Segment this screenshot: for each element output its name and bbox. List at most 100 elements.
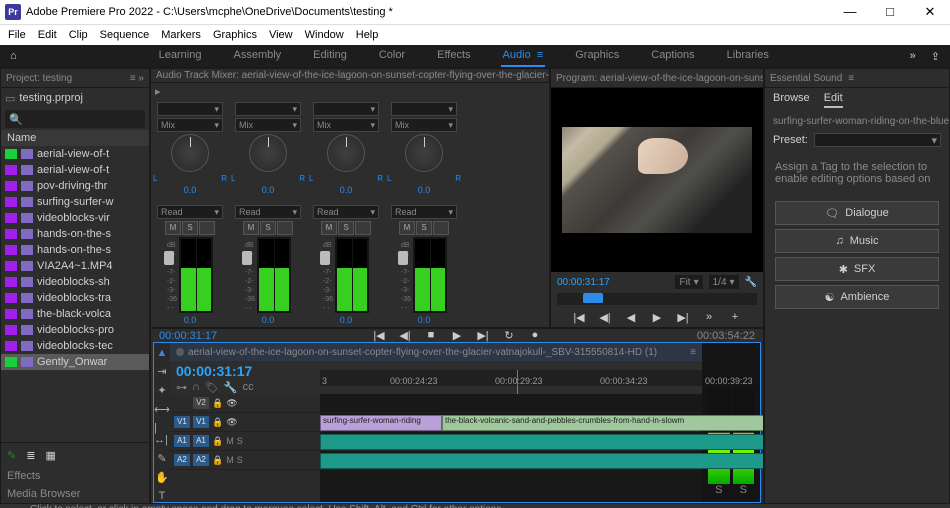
- overflow-icon[interactable]: »: [910, 50, 916, 62]
- project-item[interactable]: videoblocks-vir: [1, 210, 149, 226]
- track-lane[interactable]: [320, 394, 702, 413]
- panel-menu-icon[interactable]: ≡: [848, 73, 854, 84]
- toggle-icon[interactable]: ▸: [155, 86, 161, 98]
- track-header-A1[interactable]: A1A1🔒MS: [170, 432, 320, 451]
- transport-button[interactable]: |◀: [571, 311, 587, 324]
- snap-icon[interactable]: ⊶: [176, 381, 187, 394]
- wrench-icon[interactable]: 🔧: [224, 381, 238, 394]
- transport-button[interactable]: |◀: [371, 329, 387, 342]
- mute-button[interactable]: M: [226, 455, 234, 465]
- pan-knob[interactable]: [405, 134, 443, 172]
- transport-button[interactable]: ◀|: [597, 311, 613, 324]
- channel-btn-S[interactable]: S: [260, 221, 276, 235]
- timeline-clip[interactable]: [320, 453, 764, 469]
- automation-dropdown[interactable]: Read▾: [157, 205, 223, 219]
- zoom-dropdown[interactable]: 1/4▾: [709, 275, 739, 289]
- mute-button[interactable]: M: [226, 436, 234, 446]
- project-item[interactable]: aerial-view-of-t: [1, 162, 149, 178]
- time-ruler[interactable]: 300:00:24:2300:00:29:2300:00:34:2300:00:…: [320, 370, 702, 386]
- automation-dropdown[interactable]: Read▾: [391, 205, 457, 219]
- workspace-learning[interactable]: Learning: [157, 45, 204, 67]
- channel-btn-S[interactable]: S: [416, 221, 432, 235]
- name-column-header[interactable]: Name: [1, 130, 149, 146]
- source-tc-left[interactable]: 00:00:31:17: [159, 330, 217, 342]
- transport-button[interactable]: ◀: [623, 311, 639, 324]
- workspace-color[interactable]: Color: [377, 45, 407, 67]
- freeform-view-icon[interactable]: ▦: [45, 449, 55, 462]
- panel-menu-icon[interactable]: ≡: [690, 347, 696, 358]
- menu-help[interactable]: Help: [351, 28, 384, 42]
- share-icon[interactable]: ⇪: [931, 50, 940, 63]
- workspace-captions[interactable]: Captions: [649, 45, 696, 67]
- tag-music[interactable]: ♫Music: [775, 229, 939, 253]
- sequence-name[interactable]: aerial-view-of-the-ice-lagoon-on-sunset-…: [188, 347, 657, 358]
- type-tool-icon[interactable]: T: [159, 490, 166, 502]
- mixer-output-dropdown[interactable]: ▾: [391, 102, 457, 116]
- fader-handle[interactable]: [398, 251, 408, 265]
- project-item[interactable]: VIA2A4~1.MP4: [1, 258, 149, 274]
- project-item[interactable]: the-black-volca: [1, 306, 149, 322]
- tag-sfx[interactable]: ✱SFX: [775, 257, 939, 281]
- menu-graphics[interactable]: Graphics: [208, 28, 262, 42]
- track-name[interactable]: A2: [193, 454, 209, 466]
- project-item[interactable]: surfing-surfer-w: [1, 194, 149, 210]
- channel-btn-S[interactable]: S: [338, 221, 354, 235]
- solo-left[interactable]: S: [708, 484, 730, 496]
- transport-button[interactable]: ■: [423, 329, 439, 342]
- panel-strip-media-browser[interactable]: Media Browser: [1, 485, 149, 503]
- mixer-output-dropdown[interactable]: ▾: [313, 102, 379, 116]
- lock-icon[interactable]: 🔒: [212, 455, 223, 466]
- menu-clip[interactable]: Clip: [64, 28, 93, 42]
- channel-btn-S[interactable]: S: [182, 221, 198, 235]
- home-icon[interactable]: ⌂: [10, 50, 17, 62]
- menu-window[interactable]: Window: [300, 28, 349, 42]
- track-target[interactable]: A2: [174, 454, 190, 466]
- channel-btn-M[interactable]: M: [321, 221, 337, 235]
- workspace-effects[interactable]: Effects: [435, 45, 472, 67]
- project-item[interactable]: videoblocks-pro: [1, 322, 149, 338]
- pan-knob[interactable]: [327, 134, 365, 172]
- channel-btn-M[interactable]: M: [243, 221, 259, 235]
- project-item[interactable]: pov-driving-thr: [1, 178, 149, 194]
- bin-icon[interactable]: ▭: [5, 92, 15, 105]
- program-timecode[interactable]: 00:00:31:17: [557, 277, 610, 288]
- track-lane[interactable]: surfing-surfer-woman-ridingthe-black-vol…: [320, 413, 702, 432]
- track-lane[interactable]: [320, 451, 702, 470]
- track-header-V2[interactable]: V2🔒👁: [170, 394, 320, 413]
- track-lane[interactable]: [320, 432, 702, 451]
- transport-button[interactable]: »: [701, 311, 717, 324]
- fader-handle[interactable]: [164, 251, 174, 265]
- workspace-graphics[interactable]: Graphics: [573, 45, 621, 67]
- selection-tool-icon[interactable]: ▲: [157, 347, 168, 359]
- fader-handle[interactable]: [320, 251, 330, 265]
- solo-button[interactable]: S: [237, 436, 243, 446]
- menu-markers[interactable]: Markers: [156, 28, 206, 42]
- automation-dropdown[interactable]: Read▾: [235, 205, 301, 219]
- list-view-icon[interactable]: ≣: [26, 449, 35, 462]
- eye-icon[interactable]: 👁: [226, 417, 237, 428]
- fader-handle[interactable]: [242, 251, 252, 265]
- channel-btn-M[interactable]: M: [399, 221, 415, 235]
- cc-icon[interactable]: cc: [243, 381, 254, 394]
- project-item[interactable]: Gently_Onwar: [1, 354, 149, 370]
- timeline-clip[interactable]: [320, 434, 764, 450]
- tag-ambience[interactable]: ☯Ambience: [775, 285, 939, 309]
- track-header-V1[interactable]: V1V1🔒👁: [170, 413, 320, 432]
- razor-tool-icon[interactable]: ⟷: [154, 403, 170, 416]
- window-close[interactable]: ✕: [910, 4, 950, 20]
- mixer-mix-dropdown[interactable]: Mix▾: [235, 118, 301, 132]
- track-target[interactable]: V1: [174, 416, 190, 428]
- timeline-clip[interactable]: surfing-surfer-woman-riding: [320, 415, 442, 431]
- menu-file[interactable]: File: [3, 28, 31, 42]
- workspace-libraries[interactable]: Libraries: [725, 45, 771, 67]
- project-item[interactable]: aerial-view-of-t: [1, 146, 149, 162]
- es-tab-browse[interactable]: Browse: [773, 92, 810, 108]
- channel-btn-rec[interactable]: [199, 221, 215, 235]
- tag-dialogue[interactable]: 🗨Dialogue: [775, 201, 939, 225]
- channel-btn-rec[interactable]: [355, 221, 371, 235]
- menu-edit[interactable]: Edit: [33, 28, 62, 42]
- track-name[interactable]: A1: [193, 435, 209, 447]
- slip-tool-icon[interactable]: |↔|: [154, 422, 170, 446]
- pen-tool-icon[interactable]: ✎: [157, 452, 166, 465]
- transport-button[interactable]: ▶|: [675, 311, 691, 324]
